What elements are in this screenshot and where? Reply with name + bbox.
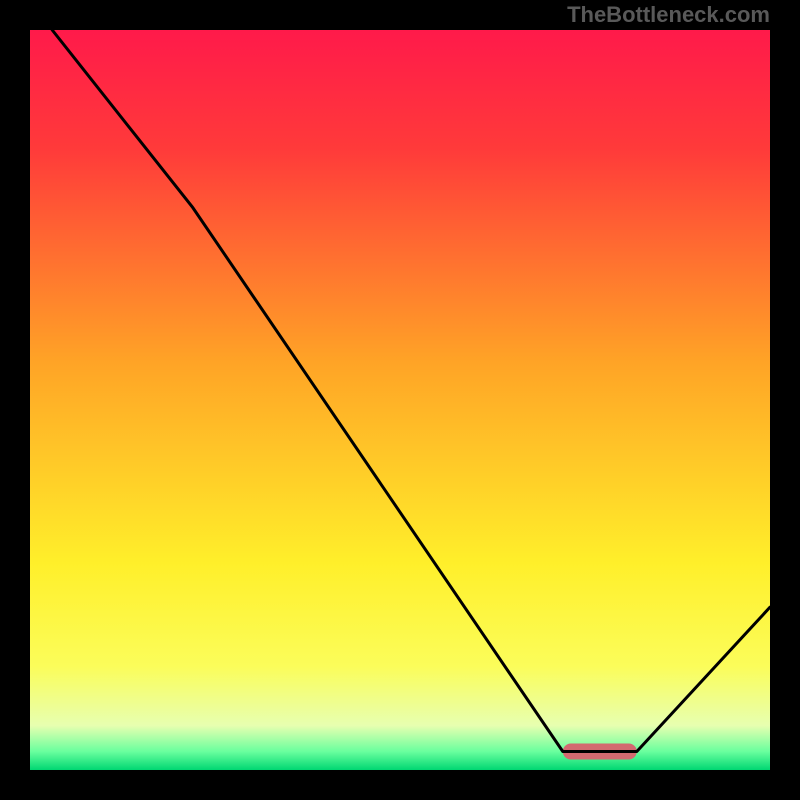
chart-svg [30, 30, 770, 770]
chart-frame: TheBottleneck.com [0, 0, 800, 800]
watermark-text: TheBottleneck.com [567, 2, 770, 28]
plot-area [30, 30, 770, 770]
